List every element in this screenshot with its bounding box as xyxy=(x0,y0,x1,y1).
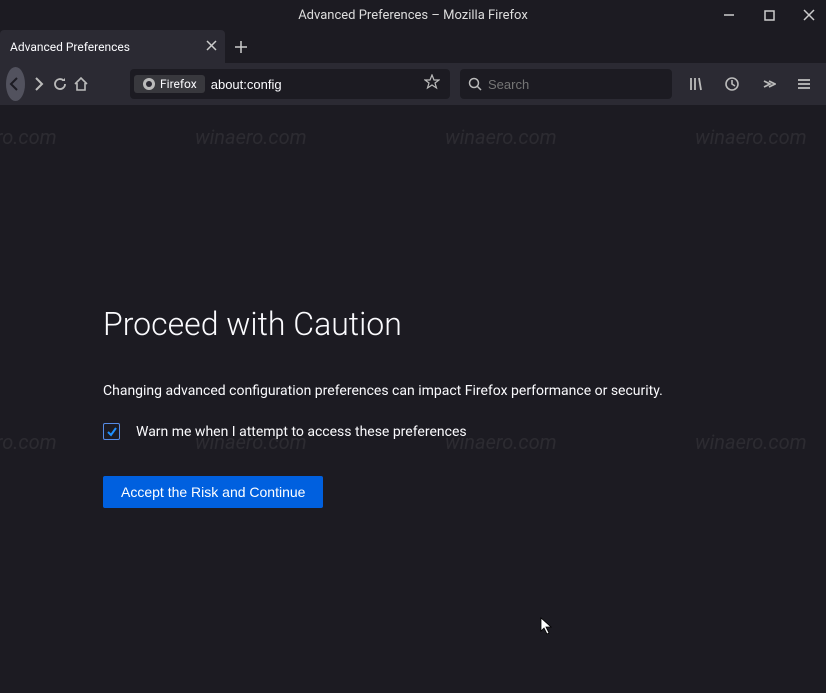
close-button[interactable] xyxy=(800,6,818,24)
search-input[interactable] xyxy=(488,77,664,92)
tab-advanced-preferences[interactable]: Advanced Preferences xyxy=(0,30,225,63)
back-button[interactable] xyxy=(6,67,25,101)
forward-button[interactable] xyxy=(29,68,47,100)
warn-checkbox[interactable] xyxy=(103,423,120,440)
overflow-button[interactable] xyxy=(752,68,784,100)
bookmark-star-icon[interactable] xyxy=(418,74,446,94)
page-content: Proceed with Caution Changing advanced c… xyxy=(0,105,826,693)
page-title: Proceed with Caution xyxy=(103,305,826,343)
warn-checkbox-row: Warn me when I attempt to access these p… xyxy=(103,423,826,440)
url-input[interactable] xyxy=(211,77,418,92)
watermark: winaero.com xyxy=(445,125,557,149)
watermark: winaero.com xyxy=(0,430,57,454)
window-title: Advanced Preferences – Mozilla Firefox xyxy=(298,8,528,23)
tab-bar: Advanced Preferences xyxy=(0,30,826,63)
home-button[interactable] xyxy=(72,68,90,100)
new-tab-button[interactable] xyxy=(225,30,257,63)
minimize-button[interactable] xyxy=(720,6,738,24)
tab-close-icon[interactable] xyxy=(206,40,217,54)
maximize-button[interactable] xyxy=(760,6,778,24)
page-description: Changing advanced configuration preferen… xyxy=(103,383,826,399)
watermark: winaero.com xyxy=(695,125,807,149)
search-bar[interactable] xyxy=(460,69,672,99)
accept-risk-button[interactable]: Accept the Risk and Continue xyxy=(103,476,323,508)
history-button[interactable] xyxy=(716,68,748,100)
url-bar[interactable]: Firefox xyxy=(130,69,450,99)
library-button[interactable] xyxy=(680,68,712,100)
tab-label: Advanced Preferences xyxy=(10,40,130,54)
search-icon xyxy=(468,77,482,91)
firefox-icon xyxy=(142,77,156,91)
navigation-toolbar: Firefox xyxy=(0,63,826,105)
watermark: winaero.com xyxy=(195,125,307,149)
window-titlebar: Advanced Preferences – Mozilla Firefox xyxy=(0,0,826,30)
identity-box[interactable]: Firefox xyxy=(134,75,205,93)
watermark: winaero.com xyxy=(0,125,57,149)
reload-button[interactable] xyxy=(51,68,69,100)
identity-label: Firefox xyxy=(160,77,197,91)
warn-checkbox-label[interactable]: Warn me when I attempt to access these p… xyxy=(136,424,467,440)
window-controls xyxy=(720,0,818,30)
mouse-cursor-icon xyxy=(540,617,554,639)
menu-button[interactable] xyxy=(788,68,820,100)
